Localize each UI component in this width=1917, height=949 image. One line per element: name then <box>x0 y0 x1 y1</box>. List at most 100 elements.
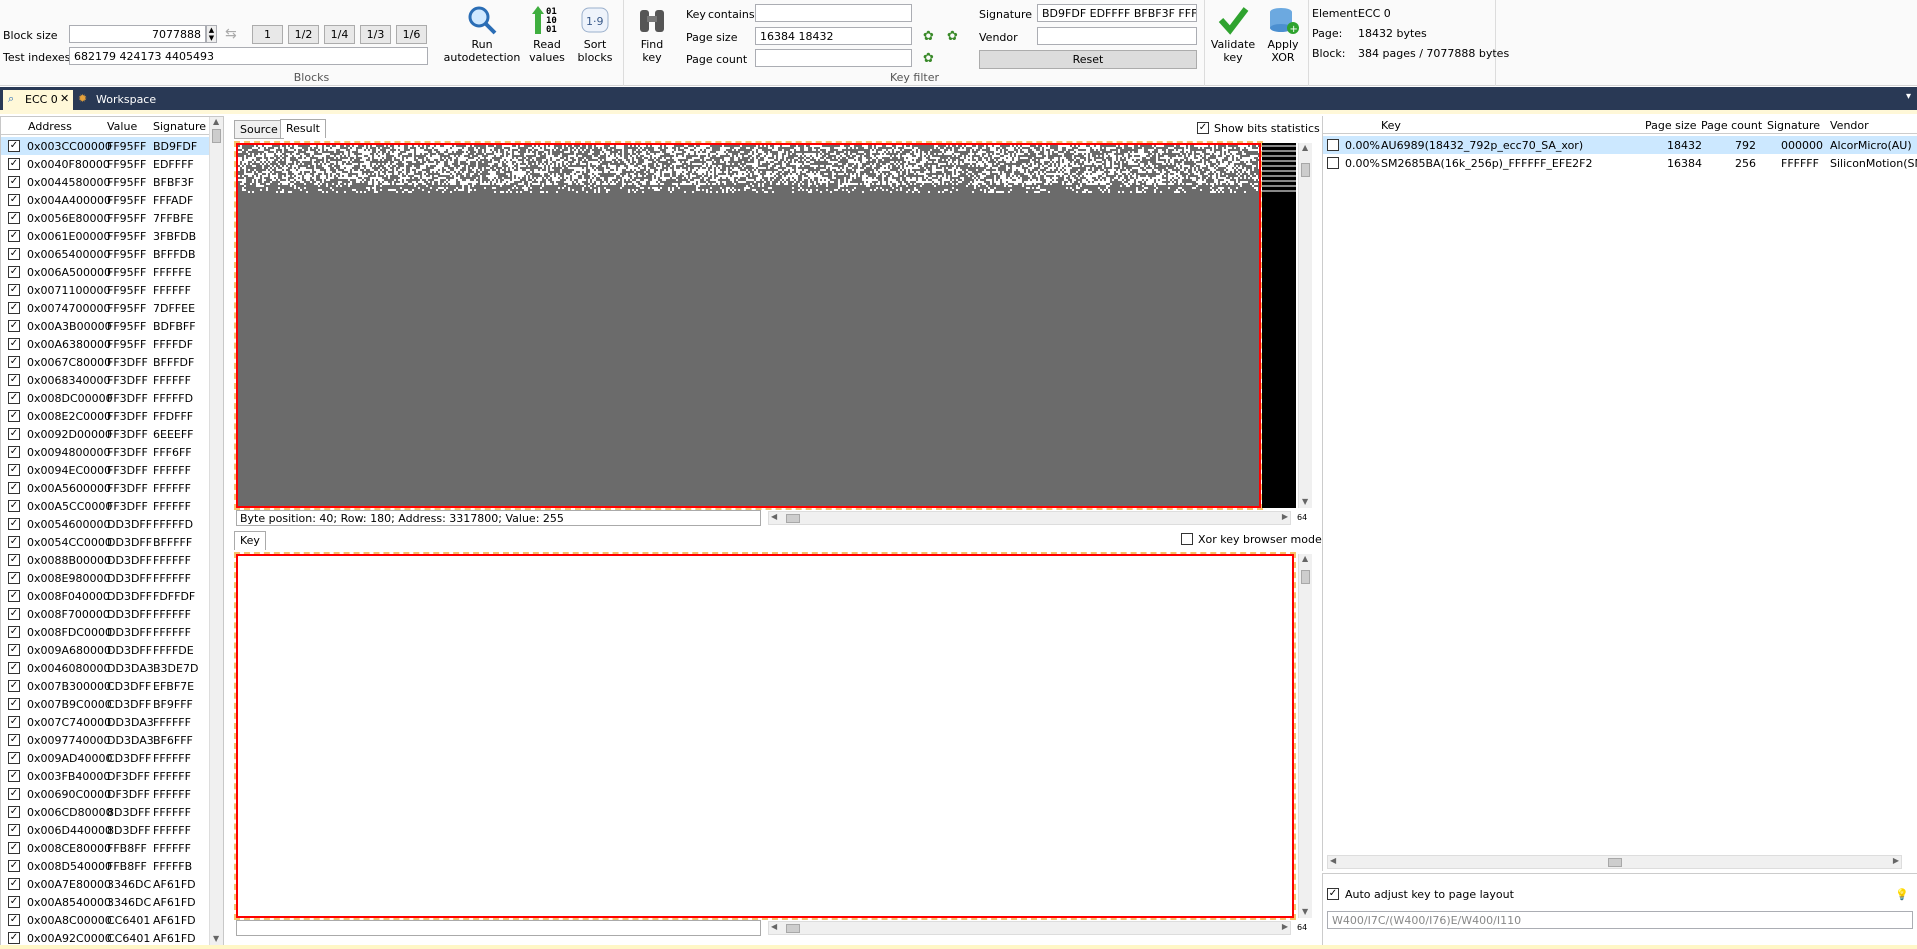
row-checkbox[interactable]: ✓ <box>8 356 20 368</box>
row-checkbox[interactable]: ✓ <box>8 284 20 296</box>
row-checkbox[interactable]: ✓ <box>8 752 20 764</box>
row-checkbox[interactable]: ✓ <box>8 500 20 512</box>
row-checkbox[interactable]: ✓ <box>8 572 20 584</box>
table-row[interactable]: ✓ 0x003FB40000 DF3DFF FFFFFF <box>1 767 209 785</box>
row-checkbox[interactable]: ✓ <box>8 446 20 458</box>
key-scroll-down-icon[interactable]: ▼ <box>1302 907 1308 916</box>
link-icon[interactable]: ⇆ <box>225 26 237 42</box>
bit-visualization[interactable] <box>234 141 1263 510</box>
table-row[interactable]: ✓ 0x0074700000 FF95FF 7DFFEE <box>1 299 209 317</box>
row-checkbox[interactable]: ✓ <box>8 554 20 566</box>
result-scroll-up-icon[interactable]: ▲ <box>1302 143 1308 152</box>
row-checkbox[interactable]: ✓ <box>8 734 20 746</box>
table-row[interactable]: ✓ 0x00A5CC0000 FF3DFF FFFFFF <box>1 497 209 515</box>
table-row[interactable]: ✓ 0x0092D00000 FF3DFF 6EEEFF <box>1 425 209 443</box>
filter-icon-b[interactable]: ✿ <box>947 29 958 44</box>
table-row[interactable]: ✓ 0x0044580000 FF95FF BFBF3F <box>1 173 209 191</box>
key-list-scroll-left-icon[interactable]: ◀ <box>1330 856 1336 865</box>
row-checkbox[interactable]: ✓ <box>8 428 20 440</box>
row-checkbox[interactable]: ✓ <box>8 536 20 548</box>
key-horizontal-scrollbar[interactable]: ◀ ▶ <box>768 921 1291 935</box>
table-row[interactable]: ✓ 0x008F700000 DD3DFF FFFFFF <box>1 605 209 623</box>
scroll-down-icon[interactable]: ▼ <box>213 934 219 943</box>
key-scroll-thumb[interactable] <box>1301 570 1310 584</box>
key-list-horizontal-scrollbar[interactable]: ◀ ▶ <box>1327 855 1902 869</box>
table-row[interactable]: ✓ 0x0054600000 DD3DFF FFFFFD <box>1 515 209 533</box>
row-checkbox[interactable]: ✓ <box>8 770 20 782</box>
table-row[interactable]: ✓ 0x0094800000 FF3DFF FFF6FF <box>1 443 209 461</box>
table-row[interactable]: ✓ 0x007B9C0000 CD3DFF BF9FFF <box>1 695 209 713</box>
row-checkbox[interactable]: ✓ <box>8 338 20 350</box>
result-scroll-thumb[interactable] <box>1301 163 1310 177</box>
table-row[interactable]: ✓ 0x00A8C00000 CC6401 AF61FD <box>1 911 209 929</box>
key-row[interactable]: 0.00% AU6989(18432_792p_ecc70_SA_xor) 18… <box>1323 136 1917 154</box>
table-row[interactable]: ✓ 0x003CC00000 FF95FF BD9FDF <box>1 137 209 155</box>
key-h-scroll-thumb[interactable] <box>786 924 800 933</box>
table-row[interactable]: ✓ 0x008E2C0000 FF3DFF FFDFFF <box>1 407 209 425</box>
tab-menu-icon[interactable]: ▾ <box>1906 91 1911 102</box>
fraction-button-quarter[interactable]: 1/4 <box>324 25 355 44</box>
table-row[interactable]: ✓ 0x00A92C0000 CC6401 AF61FD <box>1 929 209 945</box>
vendor-input[interactable] <box>1037 27 1197 45</box>
table-row[interactable]: ✓ 0x00A6380000 FF95FF FFFFDF <box>1 335 209 353</box>
row-checkbox[interactable]: ✓ <box>8 140 20 152</box>
column-header-value[interactable]: Value <box>107 120 137 133</box>
key-h-scroll-left-icon[interactable]: ◀ <box>771 922 777 931</box>
h-scroll-left-icon[interactable]: ◀ <box>771 512 777 521</box>
fraction-button-1[interactable]: 1 <box>252 25 283 44</box>
row-checkbox[interactable]: ✓ <box>8 878 20 890</box>
block-list-scrollbar[interactable]: ▲ ▼ <box>209 117 223 945</box>
tab-key[interactable]: Key <box>234 531 266 550</box>
table-row[interactable]: ✓ 0x006CD80000 8D3DFF FFFFFF <box>1 803 209 821</box>
key-h-scroll-right-icon[interactable]: ▶ <box>1282 922 1288 931</box>
table-row[interactable]: ✓ 0x008DC00000 FF3DFF FFFFFD <box>1 389 209 407</box>
lightbulb-icon[interactable]: 💡 <box>1895 888 1909 901</box>
row-checkbox[interactable]: ✓ <box>8 176 20 188</box>
table-row[interactable]: ✓ 0x0061E00000 FF95FF 3FBFDB <box>1 227 209 245</box>
key-contains-input[interactable] <box>755 4 912 22</box>
row-checkbox[interactable]: ✓ <box>8 824 20 836</box>
table-row[interactable]: ✓ 0x0056E80000 FF95FF 7FFBFE <box>1 209 209 227</box>
page-size-input[interactable]: 16384 18432 <box>755 27 912 45</box>
key-row-checkbox[interactable] <box>1327 157 1339 169</box>
tab-result[interactable]: Result <box>280 119 326 138</box>
tab-ecc0[interactable]: ⌕ ECC 0 ✕ <box>3 90 73 110</box>
row-checkbox[interactable]: ✓ <box>8 626 20 638</box>
block-list-scroll-thumb[interactable] <box>212 129 221 143</box>
key-list-scroll-thumb[interactable] <box>1608 858 1622 867</box>
validate-key-button[interactable]: Validate key <box>1208 4 1258 64</box>
row-checkbox[interactable]: ✓ <box>8 914 20 926</box>
row-checkbox[interactable]: ✓ <box>8 158 20 170</box>
table-row[interactable]: ✓ 0x008CE80000 FFB8FF FFFFFF <box>1 839 209 857</box>
row-checkbox[interactable]: ✓ <box>8 788 20 800</box>
column-header-signature[interactable]: Signature <box>153 120 206 133</box>
table-row[interactable]: ✓ 0x008FDC0000 DD3DFF FFFFFF <box>1 623 209 641</box>
column-header-signature[interactable]: Signature <box>1767 119 1820 132</box>
xor-browser-checkbox[interactable] <box>1181 533 1193 545</box>
filter-icon-c[interactable]: ✿ <box>923 51 934 66</box>
key-vertical-scrollbar[interactable]: ▲ ▼ <box>1298 554 1312 918</box>
table-row[interactable]: ✓ 0x008E980000 DD3DFF FFFFFF <box>1 569 209 587</box>
h-scroll-right-icon[interactable]: ▶ <box>1282 512 1288 521</box>
row-checkbox[interactable]: ✓ <box>8 374 20 386</box>
key-view-panel[interactable] <box>234 552 1296 920</box>
fraction-button-half[interactable]: 1/2 <box>288 25 319 44</box>
read-values-button[interactable]: 01 10 01 Read values <box>524 4 570 64</box>
sort-blocks-button[interactable]: 1·9 Sort blocks <box>572 4 618 64</box>
tab-workspace[interactable]: ✹ Workspace <box>74 90 164 110</box>
key-row-checkbox[interactable] <box>1327 139 1339 151</box>
result-vertical-scrollbar[interactable]: ▲ ▼ <box>1298 143 1312 508</box>
column-header-address[interactable]: Address <box>28 120 72 133</box>
table-row[interactable]: ✓ 0x00A8540000 3346DC AF61FD <box>1 893 209 911</box>
row-checkbox[interactable]: ✓ <box>8 716 20 728</box>
key-zoom-indicator[interactable]: 64 <box>1297 923 1307 932</box>
row-checkbox[interactable]: ✓ <box>8 896 20 908</box>
row-checkbox[interactable]: ✓ <box>8 410 20 422</box>
row-checkbox[interactable]: ✓ <box>8 842 20 854</box>
block-size-input[interactable]: 7077888 <box>69 25 206 43</box>
table-row[interactable]: ✓ 0x0088B00000 DD3DFF FFFFFF <box>1 551 209 569</box>
column-header-key[interactable]: Key <box>1381 119 1401 132</box>
table-row[interactable]: ✓ 0x0097740000 DD3DA3 BF6FFF <box>1 731 209 749</box>
table-row[interactable]: ✓ 0x0065400000 FF95FF BFFFDB <box>1 245 209 263</box>
table-row[interactable]: ✓ 0x00690C0000 DF3DFF FFFFFF <box>1 785 209 803</box>
